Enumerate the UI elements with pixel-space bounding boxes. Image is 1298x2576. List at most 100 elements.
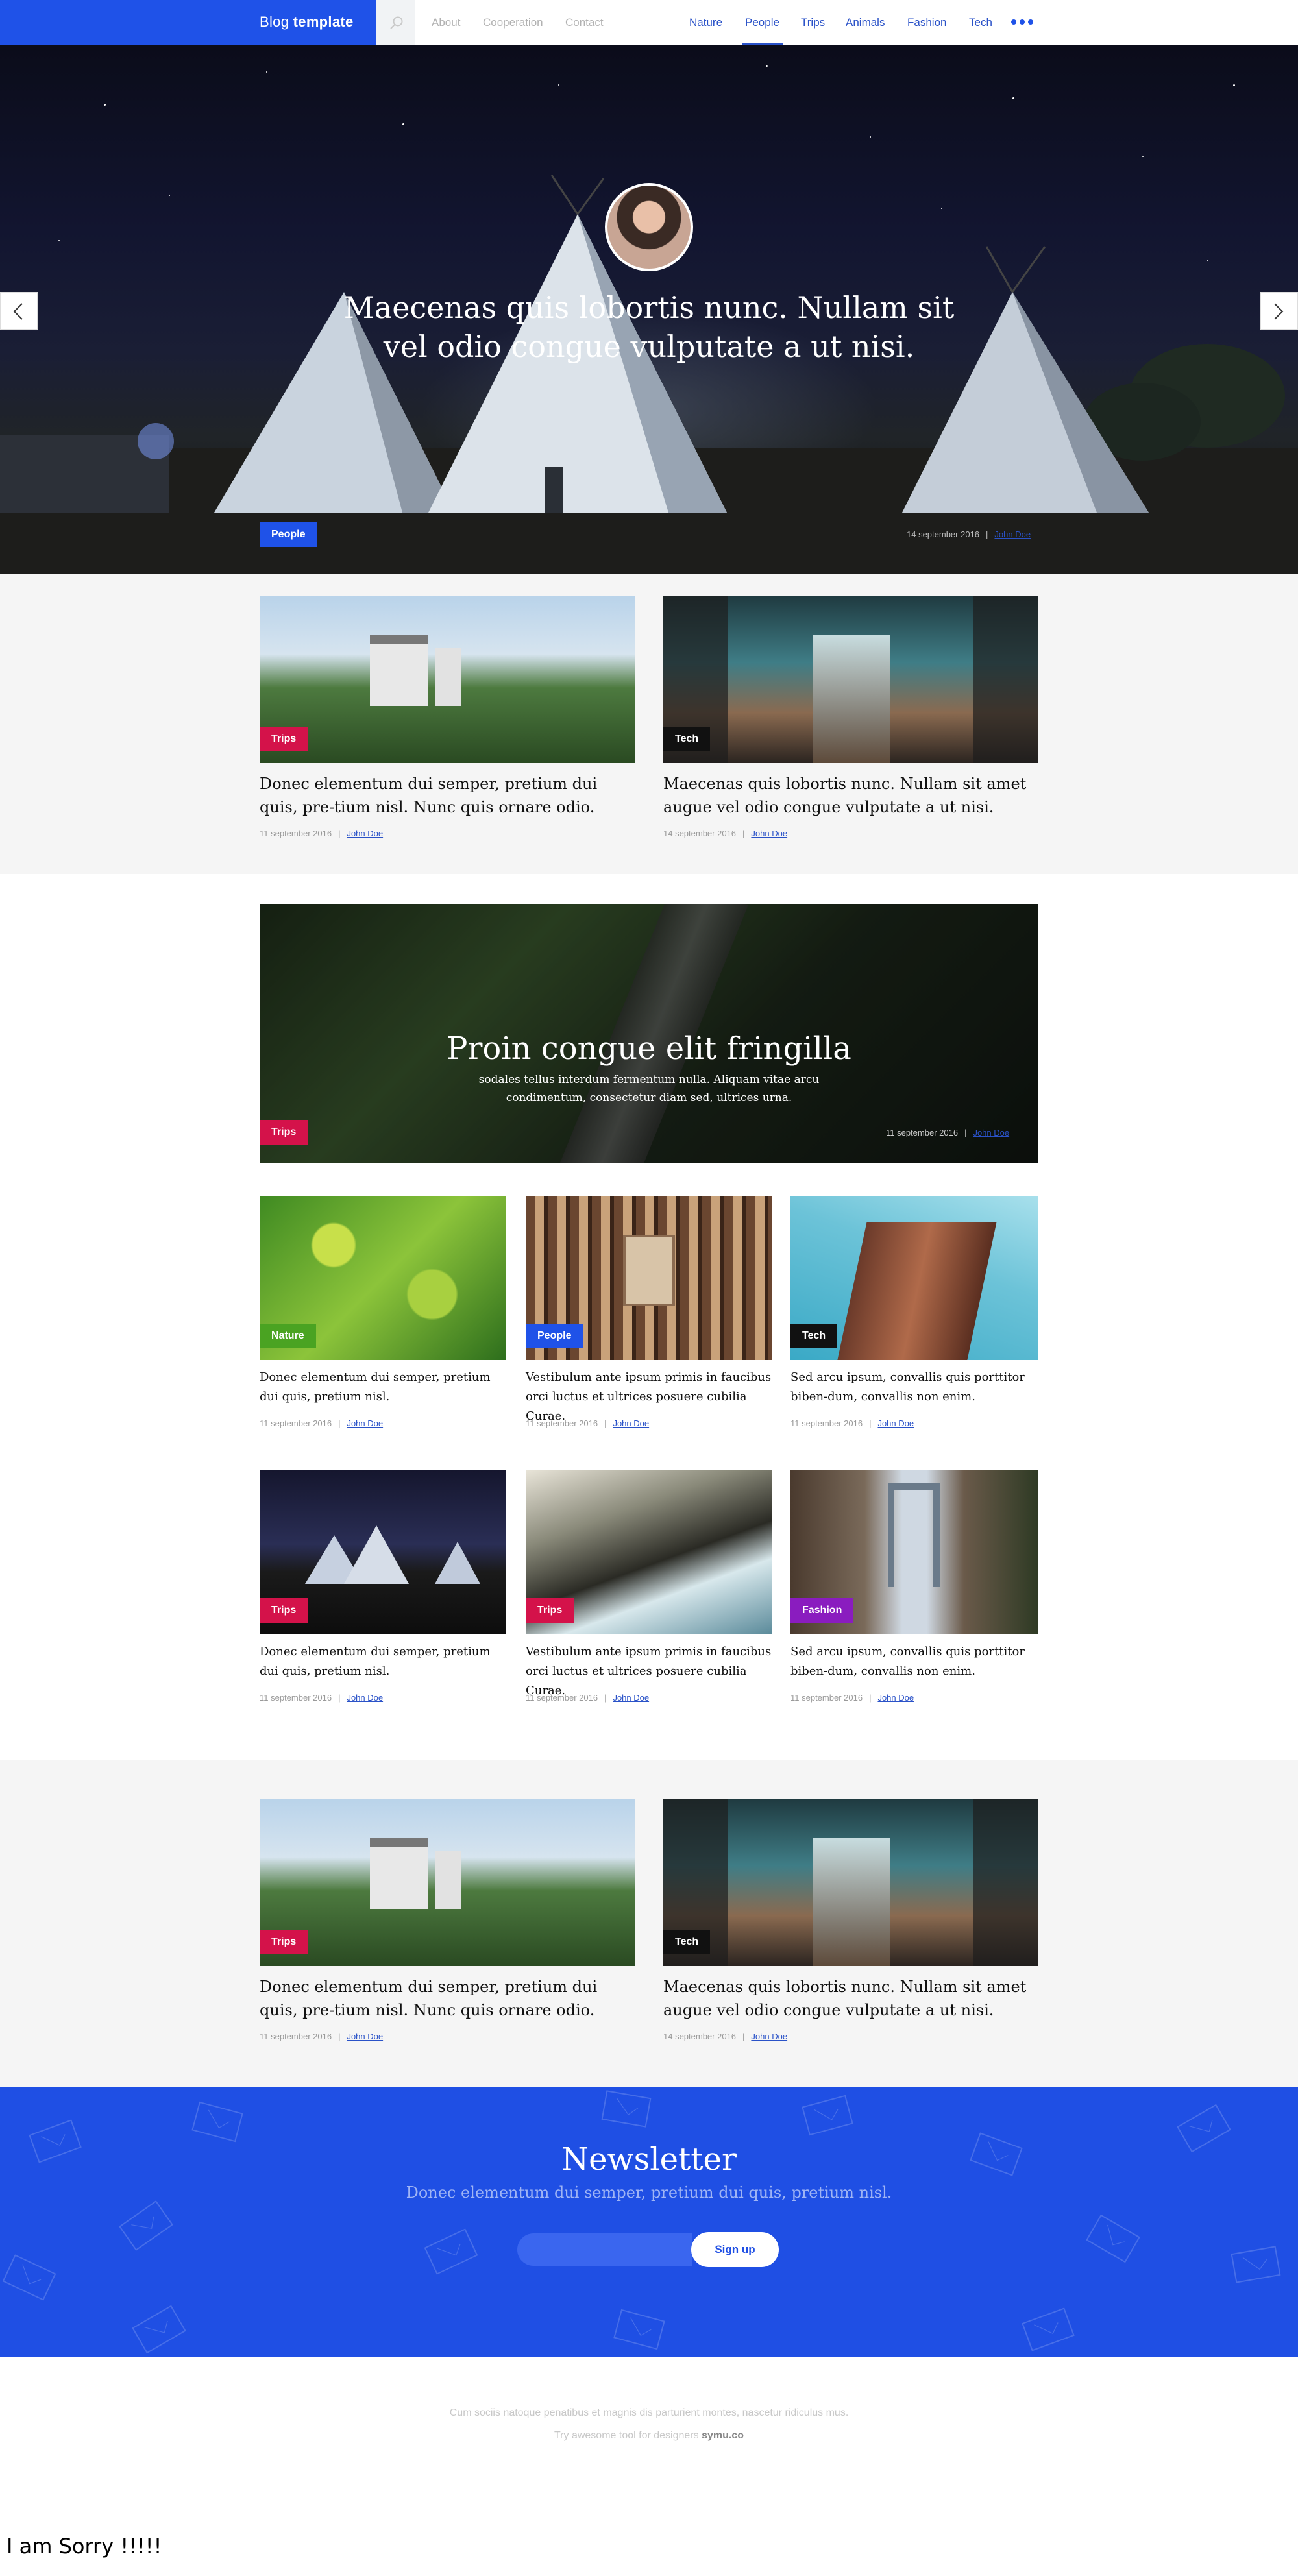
grid-author-link[interactable]: John Doe: [347, 1693, 383, 1703]
chevron-right-icon: [1274, 303, 1284, 320]
banner-author-link[interactable]: John Doe: [973, 1128, 1009, 1137]
post-title[interactable]: Donec elementum dui semper, pretium dui …: [260, 1975, 635, 2022]
banner-date: 11 september 2016: [886, 1128, 959, 1137]
post-date: 11 september 2016: [260, 2032, 332, 2041]
grid-image-limes[interactable]: Nature: [260, 1196, 506, 1360]
post-image-castle[interactable]: Trips: [260, 596, 635, 763]
banner-post[interactable]: Proin congue elit fringilla sodales tell…: [260, 904, 1038, 1163]
nav-people[interactable]: People: [742, 0, 783, 45]
post-tag[interactable]: Tech: [663, 727, 711, 751]
grid-image-photos[interactable]: People: [526, 1196, 772, 1360]
post-meta: 11 september 2016 | John Doe: [260, 829, 384, 838]
grid-title[interactable]: Sed arcu ipsum, convallis quis porttitor…: [790, 1642, 1038, 1681]
post-meta: 11 september 2016 | John Doe: [260, 2032, 384, 2041]
grid-image-skyscraper[interactable]: Tech: [790, 1196, 1038, 1360]
envelope-icon: [1022, 2307, 1075, 2351]
grid-tag[interactable]: Tech: [790, 1324, 838, 1348]
envelope-icon: [191, 2101, 243, 2143]
newsletter-section: [0, 2087, 1298, 2357]
grid-tag[interactable]: Nature: [260, 1324, 316, 1348]
grid-date: 11 september 2016: [790, 1693, 863, 1703]
slider-next-button[interactable]: [1260, 292, 1298, 330]
grid-date: 11 september 2016: [790, 1418, 863, 1428]
overlay-text: I am Sorry !!!!!: [6, 2534, 162, 2558]
grid-author-link[interactable]: John Doe: [877, 1693, 914, 1703]
author-avatar: [605, 183, 693, 271]
post-date: 11 september 2016: [260, 829, 332, 838]
envelope-icon: [2, 2254, 56, 2301]
newsletter-email-input[interactable]: [517, 2233, 692, 2266]
grid-meta: 11 september 2016 | John Doe: [260, 1418, 384, 1428]
hero-meta: 14 september 2016 | John Doe: [907, 529, 1031, 539]
envelope-icon: [613, 2309, 665, 2350]
newsletter-subtitle: Donec elementum dui semper, pretium dui …: [406, 2183, 892, 2202]
grid-title[interactable]: Vestibulum ante ipsum primis in faucibus…: [526, 1368, 772, 1426]
envelope-icon: [424, 2228, 478, 2275]
hero-date: 14 september 2016: [907, 529, 980, 539]
more-dots-icon[interactable]: [1011, 18, 1035, 26]
banner-tag[interactable]: Trips: [260, 1120, 308, 1145]
featured-section-2: [0, 1760, 1298, 2087]
grid-title[interactable]: Donec elementum dui semper, pretium dui …: [260, 1368, 506, 1407]
footer-credit-text: Try awesome tool for designers: [554, 2430, 699, 2441]
grid-tag[interactable]: Trips: [260, 1598, 308, 1623]
slider-prev-button[interactable]: [0, 292, 38, 330]
nav-nature[interactable]: Nature: [689, 0, 722, 45]
post-title[interactable]: Donec elementum dui semper, pretium dui …: [260, 772, 635, 819]
post-image-castle[interactable]: Trips: [260, 1799, 635, 1966]
post-title[interactable]: Maecenas quis lobortis nunc. Nullam sit …: [663, 772, 1038, 819]
envelope-icon: [119, 2200, 173, 2251]
envelope-icon: [802, 2095, 853, 2136]
hero-author-link[interactable]: John Doe: [994, 529, 1031, 539]
footer-text: Cum sociis natoque penatibus et magnis d…: [449, 2407, 849, 2418]
grid-meta: 11 september 2016 | John Doe: [526, 1418, 650, 1428]
banner-title: Proin congue elit fringilla: [447, 1030, 851, 1067]
grid-tag[interactable]: People: [526, 1324, 583, 1348]
post-tag[interactable]: Tech: [663, 1930, 711, 1954]
grid-meta: 11 september 2016 | John Doe: [790, 1418, 914, 1428]
grid-image-tipis[interactable]: Trips: [260, 1470, 506, 1634]
envelope-icon: [970, 2132, 1023, 2176]
grid-tag[interactable]: Fashion: [790, 1598, 854, 1623]
footer-credit: Try awesome tool for designers symu.co: [324, 2430, 974, 2442]
post-author-link[interactable]: John Doe: [751, 829, 787, 838]
post-image-escalator[interactable]: Tech: [663, 596, 1038, 763]
grid-meta: 11 september 2016 | John Doe: [790, 1693, 914, 1703]
hero-slider: Maecenas quis lobortis nunc. Nullam sit …: [0, 45, 1298, 574]
grid-author-link[interactable]: John Doe: [613, 1693, 649, 1703]
post-image-escalator[interactable]: Tech: [663, 1799, 1038, 1966]
footer-brand-link[interactable]: symu.co: [702, 2430, 744, 2441]
post-author-link[interactable]: John Doe: [751, 2032, 787, 2041]
post-author-link[interactable]: John Doe: [347, 2032, 383, 2041]
grid-title[interactable]: Donec elementum dui semper, pretium dui …: [260, 1642, 506, 1681]
grid-author-link[interactable]: John Doe: [347, 1418, 383, 1428]
featured-section-1: [0, 574, 1298, 874]
nav-fashion[interactable]: Fashion: [907, 0, 946, 45]
hero-tag[interactable]: People: [260, 522, 317, 547]
post-date: 14 september 2016: [663, 2032, 737, 2041]
nav-tech[interactable]: Tech: [969, 0, 992, 45]
nav-trips[interactable]: Trips: [801, 0, 825, 45]
post-author-link[interactable]: John Doe: [347, 829, 383, 838]
post-date: 14 september 2016: [663, 829, 737, 838]
grid-title[interactable]: Sed arcu ipsum, convallis quis porttitor…: [790, 1368, 1038, 1407]
grid-author-link[interactable]: John Doe: [613, 1418, 649, 1428]
banner-meta: 11 september 2016 | John Doe: [886, 1128, 1010, 1137]
grid-meta: 11 september 2016 | John Doe: [260, 1693, 384, 1703]
grid-author-link[interactable]: John Doe: [877, 1418, 914, 1428]
banner-text: sodales tellus interdum fermentum nulla.…: [478, 1073, 820, 1104]
signup-button[interactable]: Sign up: [691, 2232, 779, 2267]
nav-animals[interactable]: Animals: [846, 0, 885, 45]
post-tag[interactable]: Trips: [260, 1930, 308, 1954]
grid-tag[interactable]: Trips: [526, 1598, 574, 1623]
envelope-icon: [1177, 2104, 1231, 2153]
grid-title[interactable]: Vestibulum ante ipsum primis in faucibus…: [526, 1642, 772, 1701]
post-meta: 14 september 2016 | John Doe: [663, 2032, 788, 2041]
grid-date: 11 september 2016: [526, 1418, 598, 1428]
post-title[interactable]: Maecenas quis lobortis nunc. Nullam sit …: [663, 1975, 1038, 2022]
chevron-left-icon: [13, 303, 23, 320]
post-tag[interactable]: Trips: [260, 727, 308, 751]
envelope-icon: [601, 2090, 652, 2128]
grid-image-bridge[interactable]: Fashion: [790, 1470, 1038, 1634]
grid-image-coast[interactable]: Trips: [526, 1470, 772, 1634]
